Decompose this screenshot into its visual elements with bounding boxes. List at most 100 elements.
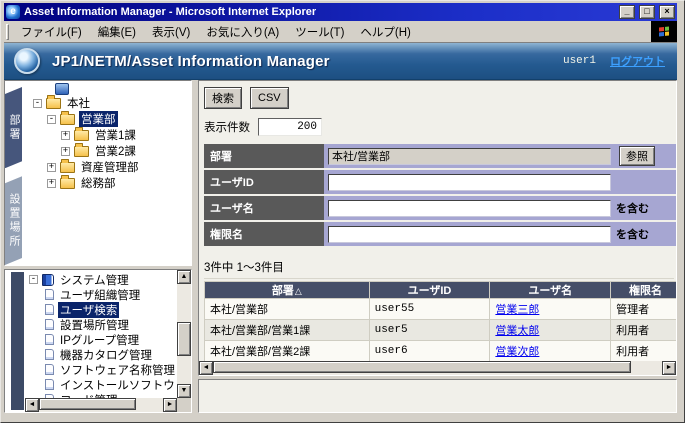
table-row: 本社/営業部/営業1課 user5 営業太郎 利用者 [205, 320, 676, 340]
column-header-department[interactable]: 部署△ [205, 282, 369, 298]
main-horizontal-scrollbar[interactable]: ◄ ► [199, 361, 676, 375]
menu-help[interactable]: ヘルプ(H) [352, 21, 418, 43]
role-label: 権限名 [204, 222, 324, 246]
scrollbar-thumb[interactable] [213, 361, 631, 373]
results-table: 部署△ ユーザID ユーザ名 権限名 本社/営業部 user55 営業三郎 [204, 281, 676, 361]
menu-bar: ファイル(F) 編集(E) 表示(V) お気に入り(A) ツール(T) ヘルプ(… [4, 21, 677, 43]
org-root-icon [55, 83, 69, 95]
scroll-down-button[interactable]: ▼ [177, 384, 191, 398]
tree-horizontal-scrollbar[interactable]: ◄ ► [25, 398, 191, 412]
user-name-link[interactable]: 営業三郎 [495, 304, 539, 316]
menu-view[interactable]: 表示(V) [144, 21, 198, 43]
tree-item-install-software[interactable]: インストールソフトウ [27, 377, 177, 392]
minimize-button[interactable]: _ [619, 5, 635, 19]
sidebar-tab-location[interactable]: 設置場所 [5, 176, 22, 265]
tree-toggle-icon[interactable]: + [61, 147, 70, 156]
department-tree-pane: 部署 設置場所 - 本社 - 営業部 + [4, 80, 192, 266]
browser-throbber [651, 21, 677, 42]
tree-toggle-icon[interactable]: - [29, 275, 38, 284]
display-count-label: 表示件数 [204, 119, 250, 135]
cell-userid: user5 [370, 320, 490, 340]
tree-item-kiki-catalog-kanri[interactable]: 機器カタログ管理 [27, 347, 177, 362]
tree-toggle-icon[interactable]: + [61, 131, 70, 140]
scrollbar-thumb[interactable] [39, 398, 136, 410]
tree-item-location-kanri[interactable]: 設置場所管理 [27, 317, 177, 332]
csv-button[interactable]: CSV [250, 87, 289, 109]
scrollbar-thumb[interactable] [177, 322, 191, 356]
username-contains-label: を含む [616, 200, 649, 216]
tree-item-honsha[interactable]: - 本社 [31, 95, 191, 111]
cell-userid: user6 [370, 341, 490, 361]
sidebar-tab-department[interactable]: 部署 [5, 87, 22, 168]
title-bar[interactable]: e Asset Information Manager - Microsoft … [4, 3, 677, 21]
maximize-button[interactable]: □ [639, 5, 655, 19]
close-button[interactable]: × [659, 5, 675, 19]
scroll-left-button[interactable]: ◄ [25, 398, 39, 412]
username-label: ユーザ名 [204, 196, 324, 220]
form-row-userid: ユーザID [204, 170, 676, 194]
scrollbar-corner [177, 398, 191, 412]
tree-item-ip-group-kanri[interactable]: IPグループ管理 [27, 332, 177, 347]
user-name-link[interactable]: 営業太郎 [495, 325, 539, 337]
tree-toggle-icon[interactable]: - [33, 99, 42, 108]
system-menu-pane: - システム管理 ユーザ組織管理 ユーザ検索 [4, 269, 192, 413]
logout-link[interactable]: ログアウト [610, 53, 665, 69]
globe-logo-icon [14, 48, 40, 74]
cell-role: 利用者 [611, 320, 676, 340]
department-input[interactable] [328, 148, 611, 165]
sidebar-tab-strip: 部署 設置場所 [5, 81, 27, 265]
cell-userid: user55 [370, 299, 490, 319]
scroll-left-button[interactable]: ◄ [199, 361, 213, 375]
menu-file[interactable]: ファイル(F) [13, 21, 90, 43]
username-input[interactable] [328, 200, 611, 217]
tree-item-eigyobu[interactable]: - 営業部 [31, 111, 191, 127]
tree-item-eigyo1ka[interactable]: + 営業1課 [31, 127, 191, 143]
page-icon [45, 364, 54, 375]
scroll-right-button[interactable]: ► [662, 361, 676, 375]
menu-edit[interactable]: 編集(E) [90, 21, 144, 43]
search-button[interactable]: 検索 [204, 87, 242, 109]
tree-toggle-icon[interactable]: + [47, 163, 56, 172]
result-summary: 3件中 1～3件目 [204, 259, 674, 279]
form-row-department: 部署 参照 [204, 144, 676, 168]
tree-item-user-org-kanri[interactable]: ユーザ組織管理 [27, 287, 177, 302]
cell-department: 本社/営業部/営業1課 [205, 320, 369, 340]
left-sidebar: 部署 設置場所 - 本社 - 営業部 + [4, 80, 192, 413]
cell-role: 管理者 [611, 299, 676, 319]
windows-logo-icon [659, 26, 669, 36]
page-icon [45, 379, 54, 390]
scroll-up-button[interactable]: ▲ [177, 270, 191, 284]
window-title: Asset Information Manager - Microsoft In… [24, 6, 615, 18]
toolbar-grip[interactable] [6, 24, 9, 40]
tree-item-system-kanri[interactable]: - システム管理 [27, 272, 177, 287]
cell-department: 本社/営業部 [205, 299, 369, 319]
department-label: 部署 [204, 144, 324, 168]
form-row-username: ユーザ名 を含む [204, 196, 676, 220]
tree-item-software-meisho-kanri[interactable]: ソフトウェア名称管理 [27, 362, 177, 377]
column-header-userid[interactable]: ユーザID [370, 282, 490, 298]
tree-item-eigyo2ka[interactable]: + 営業2課 [31, 143, 191, 159]
display-count-input[interactable] [258, 118, 322, 136]
role-contains-label: を含む [616, 226, 649, 242]
tree-toggle-icon[interactable]: - [47, 115, 56, 124]
menu-favorites[interactable]: お気に入り(A) [198, 21, 287, 43]
menu-tools[interactable]: ツール(T) [287, 21, 352, 43]
page-icon [45, 319, 54, 330]
tree-item-somubu[interactable]: + 総務部 [31, 175, 191, 191]
column-header-role[interactable]: 権限名 [611, 282, 676, 298]
tree-item-shisankanribu[interactable]: + 資産管理部 [31, 159, 191, 175]
tree-vertical-scrollbar[interactable]: ▲ ▼ [177, 270, 191, 398]
userid-input[interactable] [328, 174, 611, 191]
tab-strip-extension [11, 272, 24, 410]
scroll-right-button[interactable]: ► [163, 398, 177, 412]
tree-item-user-search[interactable]: ユーザ検索 [27, 302, 177, 317]
reference-button[interactable]: 参照 [619, 146, 655, 166]
folder-icon [74, 146, 89, 157]
role-input[interactable] [328, 226, 611, 243]
page-icon [45, 304, 54, 315]
cell-department: 本社/営業部/営業2課 [205, 341, 369, 361]
column-header-username[interactable]: ユーザ名 [490, 282, 610, 298]
book-icon [42, 274, 54, 286]
user-name-link[interactable]: 営業次郎 [495, 346, 539, 358]
tree-toggle-icon[interactable]: + [47, 179, 56, 188]
